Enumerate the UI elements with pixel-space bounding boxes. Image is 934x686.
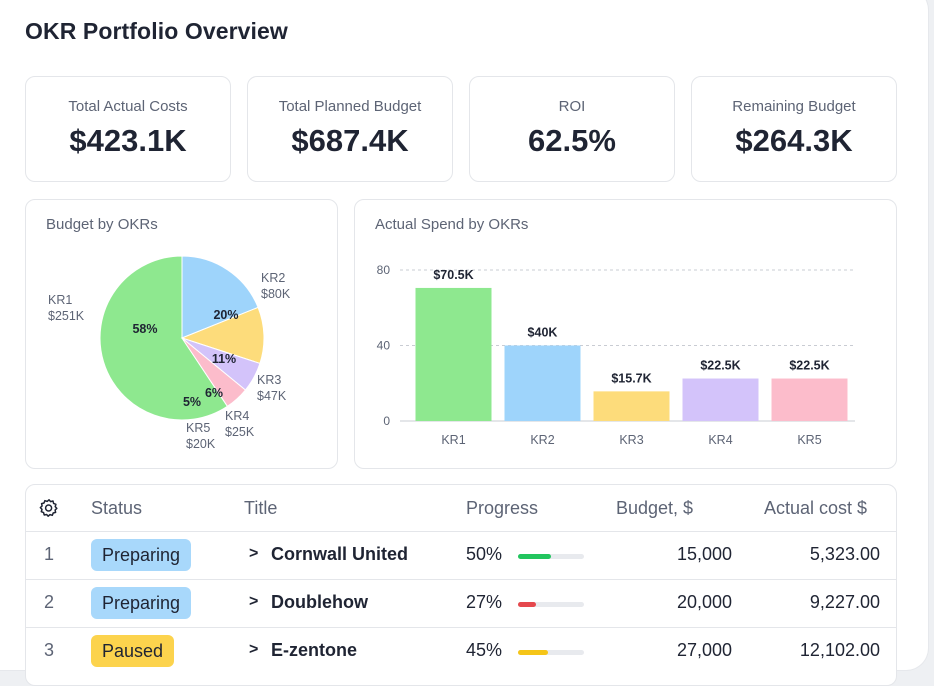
x-tick-label: KR5 (797, 433, 821, 447)
kpi-value: $423.1K (69, 123, 187, 158)
row-index: 1 (44, 544, 55, 564)
actual-cost-value: 9,227.00 (809, 592, 880, 612)
bar-data-label: $15.7K (611, 371, 651, 385)
actual-cost-value: 5,323.00 (809, 544, 880, 564)
pie-slice-label: KR1 (48, 293, 72, 307)
bar-data-label: $22.5K (789, 359, 829, 373)
bar-kr5 (771, 378, 848, 421)
pie-percent-label: 5% (183, 395, 201, 409)
pie-percent-label: 11% (212, 352, 236, 366)
chevron-right-icon[interactable]: > (249, 545, 258, 563)
pie-slice-value: $251K (48, 309, 85, 323)
progress-fill (518, 650, 548, 655)
kpi-total-planned-budget: Total Planned Budget $687.4K (247, 76, 453, 182)
kpi-value: $264.3K (735, 123, 853, 158)
budget-by-okrs-card: Budget by OKRs 58% KR1 $251K 20% KR2 $80K 11% K… (25, 199, 338, 469)
kpi-label: ROI (558, 98, 586, 115)
y-tick-label: 80 (377, 263, 391, 277)
pie-slices (99, 255, 265, 421)
column-header-progress[interactable]: Progress (466, 498, 538, 519)
pie-slice-value: $25K (225, 425, 255, 439)
progress-text: 45% (466, 640, 503, 660)
kpi-label: Total Actual Costs (68, 98, 188, 115)
x-tick-label: KR1 (441, 433, 465, 447)
pie-percent-label: 20% (213, 308, 238, 322)
budget-value: 15,000 (676, 544, 732, 564)
bar-data-label: $70.5K (433, 268, 473, 282)
kpi-value: 62.5% (528, 123, 616, 158)
actual-spend-by-okrs-card: Actual Spend by OKRs 0 40 80 $70.5K KR1 $40K K… (354, 199, 897, 469)
kpi-total-actual-costs: Total Actual Costs $423.1K (25, 76, 231, 182)
pie-chart: 58% KR1 $251K 20% KR2 $80K 11% KR3 $47K 6%KR4 $25K… (48, 255, 291, 451)
table-header: Status Title Progress Budget, $ Actual c… (26, 485, 896, 532)
kpi-value: $687.4K (291, 123, 409, 158)
progress-bar (518, 554, 584, 559)
progress-text: 27% (466, 592, 503, 612)
column-header-budget[interactable]: Budget, $ (616, 498, 693, 519)
row-index: 3 (44, 640, 55, 660)
row-index: 2 (44, 592, 55, 612)
bar-data-label: $40K (528, 326, 558, 340)
status-badge: Preparing (91, 539, 192, 571)
table-row[interactable]: 3 Paused > E-zentone 45% 27,000 12,102.0… (26, 628, 896, 675)
progress-fill (518, 554, 551, 559)
pie-percent-label: 6% (205, 386, 223, 400)
status-badge: Paused (91, 635, 175, 667)
x-tick-label: KR3 (619, 433, 643, 447)
kpi-label: Remaining Budget (732, 98, 856, 115)
budget-value: 27,000 (676, 640, 732, 660)
pie-slice-label: KR5 (186, 421, 210, 435)
table-row[interactable]: 2 Preparing > Doublehow 27% 20,000 9,227… (26, 580, 896, 628)
column-header-status[interactable]: Status (91, 498, 142, 519)
bar-kr1 (415, 287, 492, 421)
kpi-roi: ROI 62.5% (469, 76, 675, 182)
pie-slice-label: KR2 (261, 271, 285, 285)
status-badge: Preparing (91, 587, 192, 619)
bar-kr3 (593, 391, 670, 421)
actual-cost-value: 12,102.00 (799, 640, 880, 660)
okr-title[interactable]: Doublehow (271, 592, 368, 613)
progress-text: 50% (466, 544, 503, 564)
table-row[interactable]: 1 Preparing > Cornwall United 50% 15,000… (26, 532, 896, 580)
progress-fill (518, 602, 536, 607)
pie-slice-value: $20K (186, 437, 216, 451)
kpi-remaining-budget: Remaining Budget $264.3K (691, 76, 897, 182)
chevron-right-icon[interactable]: > (249, 641, 258, 659)
page-title: OKR Portfolio Overview (25, 18, 288, 44)
kpi-label: Total Planned Budget (278, 98, 422, 115)
bar-kr4 (682, 378, 759, 421)
x-tick-label: KR4 (708, 433, 732, 447)
bar-chart: 0 40 80 $70.5K KR1 $40K KR2 $15.7K KR3 $22.5K KR4 $… (377, 263, 855, 447)
y-tick-label: 0 (383, 414, 390, 428)
y-tick-label: 40 (377, 339, 391, 353)
progress-bar (518, 602, 584, 607)
okr-table: Status Title Progress Budget, $ Actual c… (25, 484, 897, 686)
bar-kr2 (504, 345, 581, 421)
bar-data-label: $22.5K (700, 359, 740, 373)
okr-title[interactable]: Cornwall United (271, 544, 408, 565)
budget-value: 20,000 (676, 592, 732, 612)
pie-slice-value: $47K (257, 389, 287, 403)
progress-bar (518, 650, 584, 655)
x-tick-label: KR2 (530, 433, 554, 447)
column-header-title[interactable]: Title (244, 498, 277, 519)
okr-title[interactable]: E-zentone (271, 640, 357, 661)
pie-slice-label: KR3 (257, 373, 281, 387)
column-header-actual-cost[interactable]: Actual cost $ (764, 498, 867, 519)
chevron-right-icon[interactable]: > (249, 593, 258, 611)
pie-percent-label: 58% (132, 322, 157, 336)
pie-slice-value: $80K (261, 287, 291, 301)
pie-slice-label: KR4 (225, 409, 249, 423)
gear-icon[interactable] (39, 498, 59, 518)
